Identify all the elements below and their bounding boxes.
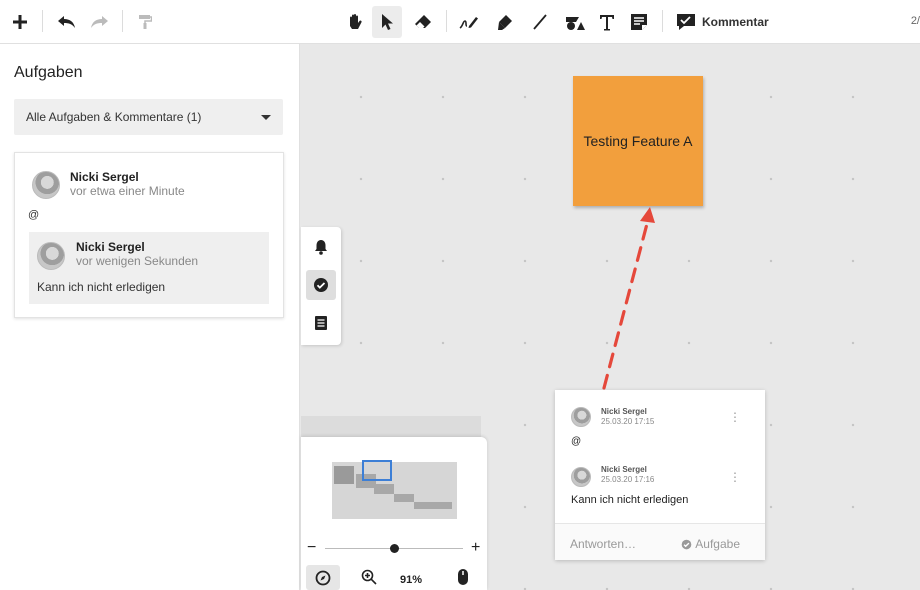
avatar	[32, 171, 60, 199]
plus-icon	[13, 15, 27, 29]
check-circle-icon	[314, 278, 328, 292]
zoom-slider[interactable]: − +	[307, 539, 481, 557]
eraser-icon	[415, 15, 431, 28]
reply-time: vor wenigen Sekunden	[76, 254, 199, 268]
comment-thread-card[interactable]: Nicki Sergel vor etwa einer Minute @ Nic…	[14, 152, 284, 318]
popup-comment-author: Nicki Sergel	[601, 407, 647, 416]
toolbar-divider	[446, 10, 447, 32]
popup-comment-text: @	[571, 436, 582, 447]
side-toolbar	[301, 227, 341, 345]
reply-input[interactable]: Antworten…	[570, 537, 636, 551]
mark-as-task-button[interactable]: Aufgabe	[681, 537, 740, 551]
paint-roller-icon	[139, 15, 152, 29]
task-label: Aufgabe	[695, 537, 740, 551]
popup-comment-time: 25.03.20 17:15	[601, 417, 655, 426]
shapes-icon	[566, 17, 585, 30]
reply-comment: Nicki Sergel vor wenigen Sekunden Kann i…	[29, 232, 269, 304]
comment-author: Nicki Sergel	[70, 170, 139, 184]
pen-tool-button[interactable]	[454, 6, 484, 38]
undo-icon	[58, 16, 75, 28]
more-icon[interactable]: ⋮	[729, 410, 741, 424]
zoom-percentage: 91%	[400, 574, 423, 586]
popup-footer: Antworten… Aufgabe	[555, 523, 765, 560]
comment-tool-label: Kommentar	[702, 15, 769, 29]
hand-icon	[350, 14, 362, 29]
comment-icon	[677, 14, 695, 30]
comment-text: @	[28, 209, 40, 221]
page-indicator: 2/	[910, 15, 920, 27]
pointer-icon	[382, 14, 393, 30]
canvas-frame	[301, 416, 481, 438]
minimap-object	[414, 502, 452, 509]
add-button[interactable]	[8, 6, 32, 38]
navigator-footer: 91%	[305, 565, 483, 590]
format-painter-button[interactable]	[134, 6, 156, 38]
marker-icon	[498, 15, 512, 30]
minimap-navigator: − + 91%	[301, 437, 487, 590]
comment-popup: Nicki Sergel 25.03.20 17:15 ⋮ @ Nicki Se…	[555, 390, 765, 560]
reply-text: Kann ich nicht erledigen	[37, 280, 166, 294]
redo-icon	[91, 16, 108, 28]
text-tool-button[interactable]	[594, 6, 620, 38]
minimap-object	[394, 494, 414, 502]
task-filter-value: Alle Aufgaben & Kommentare (1)	[26, 110, 202, 124]
redo-button[interactable]	[86, 6, 112, 38]
popup-reply-text: Kann ich nicht erledigen	[571, 494, 689, 506]
mouse-icon	[458, 569, 468, 585]
minimap-object	[334, 466, 354, 484]
check-circle-small-icon	[681, 539, 692, 549]
hand-tool-button[interactable]	[340, 6, 370, 38]
comment-time: vor etwa einer Minute	[70, 184, 185, 198]
line-tool-button[interactable]	[526, 6, 554, 38]
navigate-button[interactable]	[306, 565, 340, 590]
avatar	[571, 407, 591, 427]
notifications-button[interactable]	[306, 232, 336, 262]
undo-button[interactable]	[54, 6, 80, 38]
zoom-out-button[interactable]: −	[307, 539, 316, 557]
list-icon	[315, 316, 327, 330]
note-tool-button[interactable]	[626, 6, 652, 38]
select-tool-button[interactable]	[372, 6, 402, 38]
toolbar-divider	[122, 10, 123, 32]
line-icon	[533, 14, 547, 30]
popup-reply-time: 25.03.20 17:16	[601, 475, 655, 484]
minimap-viewport[interactable]	[362, 460, 392, 481]
mouse-mode-button[interactable]	[457, 568, 469, 590]
toolbar-divider	[662, 10, 663, 32]
chevron-down-icon	[261, 115, 271, 120]
panel-title: Aufgaben	[14, 64, 83, 81]
task-filter-dropdown[interactable]: Alle Aufgaben & Kommentare (1)	[14, 99, 283, 135]
pen-icon	[459, 17, 478, 29]
dashed-arrow-connector[interactable]	[560, 190, 670, 395]
sticky-note[interactable]: Testing Feature A	[573, 76, 703, 206]
zoom-in-button[interactable]: +	[471, 539, 480, 557]
list-button[interactable]	[306, 308, 336, 338]
minimap-object	[374, 484, 394, 494]
note-icon	[631, 14, 647, 30]
marker-tool-button[interactable]	[490, 6, 520, 38]
tasks-panel: Aufgaben Alle Aufgaben & Kommentare (1) …	[0, 44, 300, 590]
tasks-button[interactable]	[306, 270, 336, 300]
shape-tool-button[interactable]	[560, 6, 590, 38]
avatar	[37, 242, 65, 270]
reply-author: Nicki Sergel	[76, 240, 145, 254]
zoom-in-icon	[361, 569, 377, 585]
minimap-preview[interactable]	[332, 460, 457, 519]
sticky-note-text: Testing Feature A	[583, 133, 693, 149]
top-toolbar: Kommentar 2/	[0, 0, 920, 44]
comment-tool-button[interactable]: Kommentar	[672, 6, 772, 38]
bell-icon	[315, 240, 327, 255]
avatar	[571, 467, 591, 487]
more-icon[interactable]: ⋮	[729, 470, 741, 484]
text-icon	[600, 14, 614, 30]
zoom-fit-button[interactable]	[361, 569, 377, 590]
eraser-tool-button[interactable]	[408, 6, 438, 38]
zoom-handle[interactable]	[389, 544, 399, 553]
compass-icon	[315, 570, 331, 585]
toolbar-divider	[42, 10, 43, 32]
popup-reply-author: Nicki Sergel	[601, 465, 647, 474]
